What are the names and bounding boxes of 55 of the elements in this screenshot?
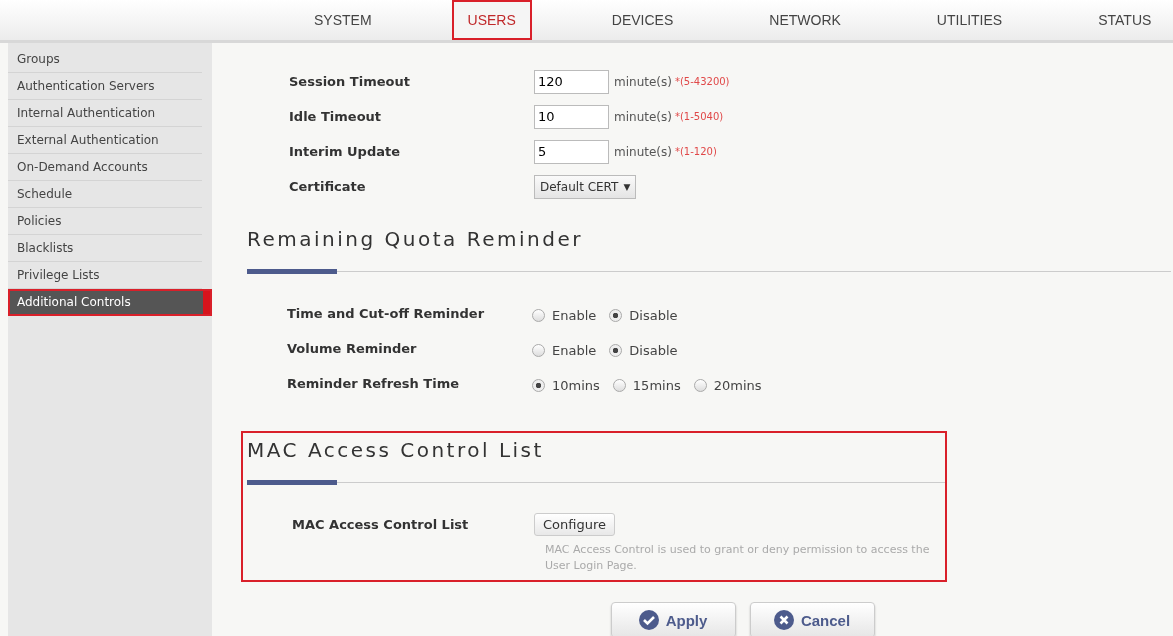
sidebar-item[interactable]: External Authentication: [8, 127, 202, 154]
unit-label: minute(s): [614, 74, 672, 89]
close-icon: [773, 610, 794, 630]
radio-option[interactable]: Enable: [532, 308, 597, 323]
radio-option[interactable]: 10mins: [532, 378, 600, 393]
sidebar-item[interactable]: Blacklists: [8, 235, 202, 262]
radio-option[interactable]: Enable: [532, 343, 597, 358]
radio-icon[interactable]: [609, 344, 623, 357]
field-label: Volume Reminder: [287, 341, 418, 356]
configure-button[interactable]: Configure: [534, 513, 615, 536]
range-hint: *(1-120): [674, 146, 717, 157]
radio-option[interactable]: Disable: [609, 308, 678, 323]
nav-tab[interactable]: DEVICES: [595, 0, 690, 40]
range-hint: *(5-43200): [674, 76, 730, 87]
input-field[interactable]: 10: [534, 104, 609, 129]
nav-tab[interactable]: SYSTEM: [298, 0, 388, 40]
sidebar-item[interactable]: On-Demand Accounts: [8, 154, 202, 181]
radio-icon[interactable]: [532, 344, 545, 357]
nav-tab[interactable]: USERS: [451, 0, 532, 40]
radio-icon[interactable]: [532, 309, 545, 322]
sidebar-item[interactable]: Authentication Servers: [8, 73, 202, 100]
sidebar-item[interactable]: Additional Controls: [8, 289, 212, 316]
nav-tab[interactable]: STATUS: [1082, 0, 1168, 40]
field-label: Interim Update: [289, 144, 402, 159]
certificate-dropdown[interactable]: Default CERT ▼: [534, 174, 637, 199]
radio-option[interactable]: 20mins: [693, 378, 762, 393]
input-field[interactable]: 5: [534, 139, 609, 164]
nav-tab[interactable]: NETWORK: [753, 0, 857, 40]
cancel-button[interactable]: Cancel: [749, 602, 875, 636]
sidebar-item[interactable]: Groups: [8, 46, 202, 73]
sidebar-item[interactable]: Schedule: [8, 181, 202, 208]
field-label: Idle Timeout: [289, 109, 383, 124]
field-label: Reminder Refresh Time: [287, 376, 461, 391]
radio-option[interactable]: 15mins: [612, 378, 681, 393]
sidebar-item[interactable]: Internal Authentication: [8, 100, 202, 127]
check-icon: [638, 610, 659, 630]
radio-option[interactable]: Disable: [609, 343, 678, 358]
radio-icon[interactable]: [532, 379, 545, 392]
nav-tab[interactable]: UTILITIES: [920, 0, 1019, 40]
section-title: Remaining Quota Reminder: [246, 226, 584, 251]
apply-button[interactable]: Apply: [610, 602, 736, 636]
field-label: MAC Access Control List: [292, 517, 470, 532]
radio-icon[interactable]: [612, 379, 626, 392]
sidebar-item[interactable]: Policies: [8, 208, 202, 235]
field-label: Time and Cut-off Reminder: [287, 306, 486, 321]
radio-icon[interactable]: [693, 379, 707, 392]
field-label: Certificate: [289, 179, 367, 194]
description-text: MAC Access Control is used to grant or deny permission to access the User Login Page.: [545, 542, 931, 574]
range-hint: *(1-5040): [674, 111, 724, 122]
field-label: Session Timeout: [289, 74, 411, 89]
unit-label: minute(s): [614, 144, 672, 159]
section-title: MAC Access Control List: [246, 437, 545, 462]
radio-icon[interactable]: [609, 309, 623, 322]
input-field[interactable]: 120: [534, 69, 609, 94]
unit-label: minute(s): [614, 109, 672, 124]
